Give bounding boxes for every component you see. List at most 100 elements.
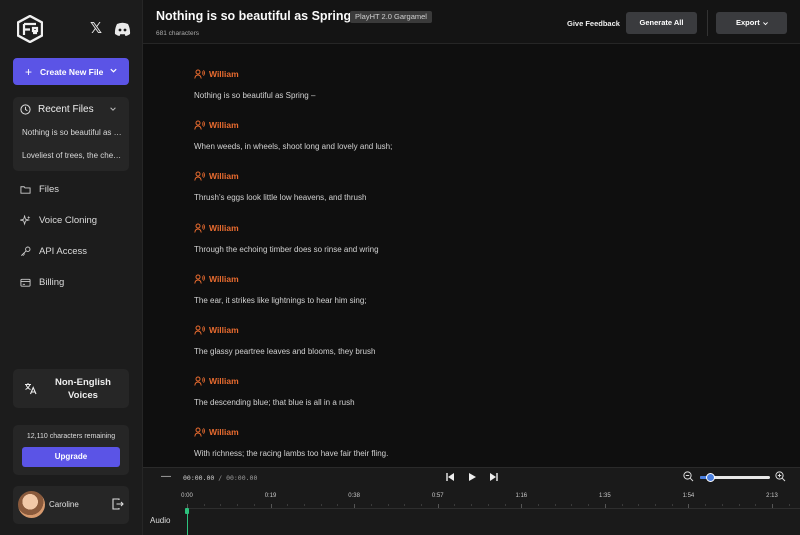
script-block: William Nothing is so beautiful as Spring…: [194, 69, 315, 100]
ruler-tick: [404, 504, 406, 506]
speaker-selector[interactable]: William: [194, 427, 388, 437]
voice-user-icon: [194, 69, 205, 79]
ruler-tick-label: 1:54: [682, 493, 695, 499]
ruler-tick: [220, 504, 222, 506]
ruler-tick: [203, 504, 205, 506]
plus-icon: +: [25, 64, 33, 79]
ruler-tick: [421, 504, 422, 506]
sidebar-item-api-access[interactable]: API Access: [20, 244, 87, 258]
timeline-ruler[interactable]: 0:00 0:19 0:38 0:57 1:16 1:35 1:54 2:13: [181, 493, 800, 535]
zoom-slider-thumb[interactable]: [706, 473, 715, 482]
skip-back-icon[interactable]: [445, 472, 455, 482]
speaker-name: William: [209, 222, 239, 233]
create-new-file-label: Create New File: [40, 66, 104, 77]
ruler-tick: [237, 504, 239, 506]
ruler-tick: [755, 504, 757, 506]
script-editor[interactable]: William Nothing is so beautiful as Spring…: [143, 45, 800, 467]
script-block: William The glassy peartree leaves and bl…: [194, 325, 375, 356]
sidebar-item-voice-cloning[interactable]: Voice Cloning: [20, 213, 97, 227]
characters-remaining: 12,110 characters remaining: [26, 433, 116, 440]
avatar[interactable]: [18, 491, 45, 518]
non-english-voices-label: Non-English Voices: [55, 377, 111, 401]
recent-file-item[interactable]: Loveliest of trees, the cherry now: [22, 151, 122, 160]
editor-header: Nothing is so beautiful as Spring… PlayH…: [143, 0, 800, 44]
ruler-tick: [721, 504, 723, 506]
billing-icon: [20, 278, 31, 287]
speaker-selector[interactable]: William: [194, 171, 366, 181]
ruler-tick: [304, 504, 305, 506]
ruler-tick: [638, 504, 640, 506]
logout-icon[interactable]: [112, 498, 124, 510]
ruler-tick: [354, 504, 356, 508]
speaker-selector[interactable]: William: [194, 274, 367, 284]
ruler-tick: [788, 504, 790, 506]
header-divider: [707, 10, 708, 36]
ruler-tick: [604, 504, 606, 508]
chevron-down-icon: [110, 107, 116, 111]
ruler-tick: [437, 504, 439, 508]
model-badge: PlayHT 2.0 Gargamel: [350, 11, 432, 23]
ruler-tick: [571, 504, 573, 506]
clock-icon: [20, 103, 31, 115]
ruler-tick: [738, 504, 740, 506]
export-label: Export: [736, 18, 760, 27]
speaker-selector[interactable]: William: [194, 325, 375, 335]
script-line[interactable]: With richness; the racing lambs too have…: [194, 449, 388, 458]
sidebar-item-files[interactable]: Files: [20, 182, 59, 196]
ruler-tick: [621, 504, 623, 506]
timeline-panel: — 00:00.00 / 00:00.00 0:00 0:19 0:38 0:57 1:…: [143, 467, 800, 535]
recent-file-item[interactable]: Nothing is so beautiful as Spring –: [22, 128, 122, 137]
voice-user-icon: [194, 274, 205, 284]
zoom-slider[interactable]: [700, 473, 770, 482]
speaker-name: William: [209, 69, 239, 79]
ruler-tick: [471, 504, 473, 506]
page-title[interactable]: Nothing is so beautiful as Spring…: [156, 9, 364, 23]
zoom-out-icon[interactable]: [683, 471, 694, 482]
speaker-selector[interactable]: William: [194, 223, 379, 233]
skip-forward-icon[interactable]: [489, 472, 499, 482]
ruler-tick-label: 2:13: [766, 493, 778, 499]
voice-user-icon: [194, 427, 205, 437]
script-block: William The descending blue; that blue is…: [194, 376, 355, 407]
ruler-tick: [387, 504, 389, 506]
play-icon[interactable]: [467, 472, 477, 482]
script-line[interactable]: The glassy peartree leaves and blooms, t…: [194, 347, 375, 356]
create-new-file-button[interactable]: + Create New File: [13, 58, 129, 85]
zoom-in-icon[interactable]: [775, 471, 786, 482]
playhead-line: [186, 514, 188, 535]
x-twitter-icon[interactable]: 𝕏: [88, 21, 104, 37]
generate-all-button[interactable]: Generate All: [626, 12, 697, 34]
speaker-selector[interactable]: William: [194, 376, 355, 386]
non-english-voices-button[interactable]: Non-English Voices: [13, 369, 129, 408]
ruler-tick: [270, 504, 272, 508]
script-line[interactable]: The ear, it strikes like lightnings to h…: [194, 296, 367, 305]
speaker-selector[interactable]: William: [194, 69, 315, 79]
sidebar-item-label: API Access: [39, 245, 88, 257]
script-block: William Through the echoing timber does s…: [194, 223, 379, 254]
recent-files-header[interactable]: Recent Files: [20, 102, 124, 116]
ruler-tick-label: 0:57: [431, 493, 444, 499]
chevron-down-icon: [110, 68, 117, 73]
ruler-tick: [588, 504, 590, 506]
script-line[interactable]: Nothing is so beautiful as Spring –: [194, 91, 315, 100]
script-line[interactable]: Through the echoing timber does so rinse…: [194, 245, 379, 254]
collapse-timeline-button[interactable]: —: [161, 471, 171, 482]
ruler-tick: [253, 504, 255, 506]
sidebar-item-label: Voice Cloning: [39, 214, 98, 226]
script-line[interactable]: When weeds, in wheels, shoot long and lo…: [194, 142, 392, 151]
app-logo-icon[interactable]: [17, 15, 43, 43]
sidebar-item-billing[interactable]: Billing: [20, 275, 64, 289]
upgrade-button[interactable]: Upgrade: [22, 447, 120, 467]
discord-icon[interactable]: [114, 21, 131, 37]
sidebar: 𝕏 + Create New File Recent Files Nothing…: [0, 0, 143, 535]
give-feedback-link[interactable]: Give Feedback: [567, 19, 620, 28]
script-line[interactable]: Thrush’s eggs look little low heavens, a…: [194, 193, 366, 202]
playhead[interactable]: [185, 508, 189, 535]
export-button[interactable]: Export: [716, 12, 787, 34]
script-line[interactable]: The descending blue; that blue is all in…: [194, 398, 355, 407]
ruler-tick: [287, 504, 289, 506]
user-panel: Caroline: [13, 486, 129, 524]
ruler-tick: [504, 504, 506, 506]
speaker-selector[interactable]: William: [194, 120, 392, 130]
user-name: Caroline: [49, 500, 79, 509]
